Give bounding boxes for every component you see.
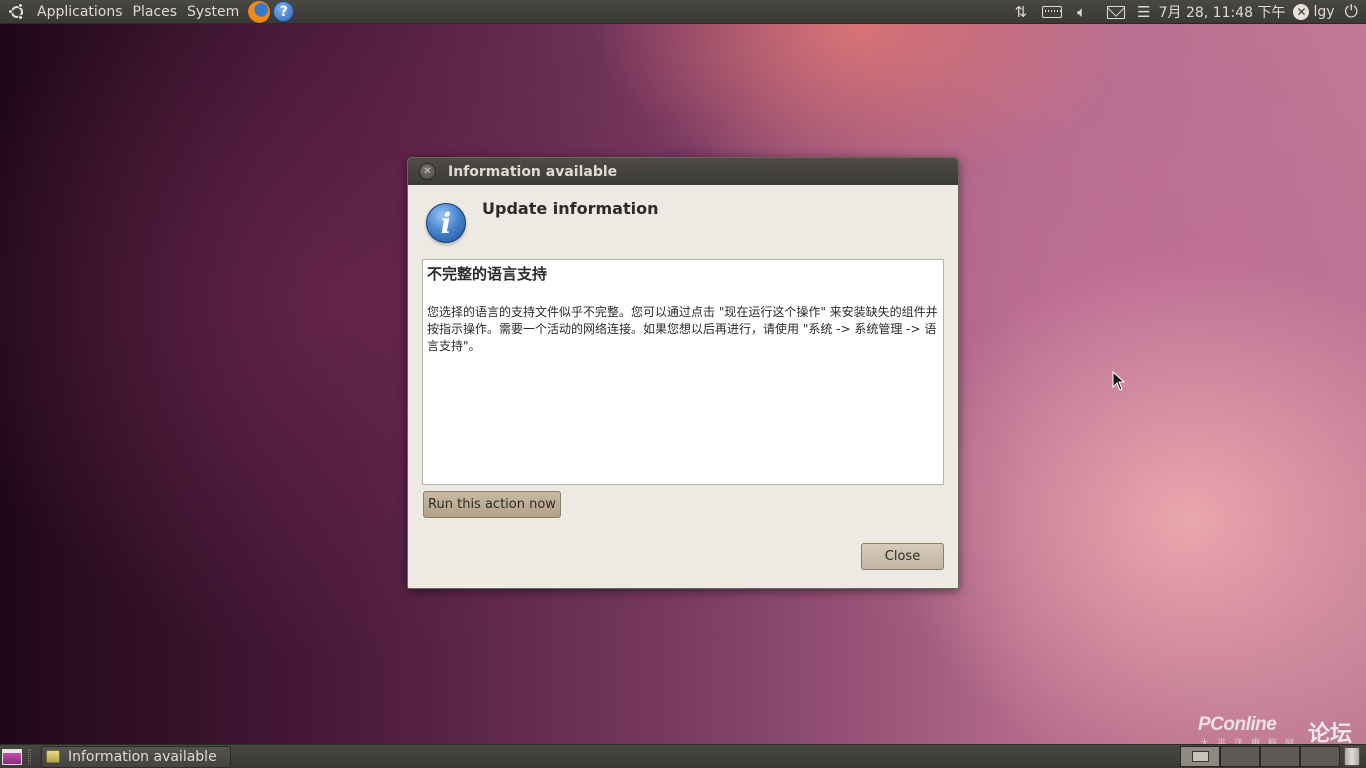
info-icon: i (426, 203, 466, 243)
workspace-4[interactable] (1300, 746, 1340, 767)
show-desktop-icon[interactable] (2, 748, 22, 765)
info-text-area[interactable]: 不完整的语言支持 您选择的语言的支持文件似乎不完整。您可以通过点击 "现在运行这… (422, 259, 944, 485)
network-updown-icon[interactable]: ⇅ (1015, 0, 1028, 24)
ubuntu-logo-icon[interactable] (8, 2, 26, 21)
content-body: 您选择的语言的支持文件似乎不完整。您可以通过点击 "现在运行这个操作" 来安装缺… (427, 305, 938, 353)
keyboard-icon[interactable] (1042, 6, 1063, 18)
top-panel: Applications Places System ? ⇅ 🔈︎ ☰ 7月 2… (0, 0, 1366, 24)
username[interactable]: lgy (1313, 4, 1334, 20)
pconline-watermark: PConline 太平洋电脑网 论坛 (1198, 706, 1358, 749)
window-icon (46, 750, 60, 763)
close-button[interactable]: Close (861, 543, 944, 570)
menu-applications[interactable]: Applications (32, 0, 128, 24)
workspace-1[interactable] (1180, 746, 1220, 767)
dialog-titlebar[interactable]: ✕ Information available (408, 158, 958, 185)
user-status-icon[interactable]: ✕ (1293, 4, 1310, 20)
watermark-logo: PConline (1198, 714, 1277, 735)
workspace-switcher[interactable] (1180, 746, 1340, 767)
panel-handle (28, 748, 31, 765)
dialog-title: Information available (448, 163, 618, 180)
menu-system[interactable]: System (182, 0, 244, 24)
workspace-2[interactable] (1220, 746, 1260, 767)
firefox-launcher-icon[interactable] (248, 0, 271, 23)
content-title: 不完整的语言支持 (427, 265, 548, 283)
top-panel-left: Applications Places System ? (0, 0, 295, 24)
dialog-header: Update information (482, 199, 659, 218)
bottom-panel: Information available (0, 744, 1366, 768)
mail-icon[interactable] (1107, 5, 1126, 19)
help-launcher-icon[interactable]: ? (273, 1, 295, 22)
power-icon[interactable]: ⏻ (1345, 2, 1358, 22)
volume-icon[interactable]: 🔈︎ (1077, 0, 1086, 24)
titlebar-close-icon[interactable]: ✕ (419, 163, 436, 180)
clock[interactable]: 7月 28, 11:48 下午 (1159, 2, 1286, 22)
workspace-window-thumb (1192, 751, 1209, 762)
menu-places[interactable]: Places (128, 0, 183, 24)
clock-menu-icon[interactable]: ☰ (1137, 0, 1150, 24)
information-dialog: ✕ Information available i Update informa… (407, 157, 959, 589)
run-action-button[interactable]: Run this action now (423, 491, 561, 518)
mouse-cursor-icon (1112, 371, 1126, 391)
taskbar-window-button[interactable]: Information available (41, 745, 231, 768)
workspace-3[interactable] (1260, 746, 1300, 767)
trash-icon[interactable] (1344, 747, 1360, 766)
taskbar-window-label: Information available (68, 748, 217, 765)
top-panel-tray: ⇅ 🔈︎ ☰ 7月 28, 11:48 下午 ✕ lgy ⏻ (1008, 0, 1366, 24)
